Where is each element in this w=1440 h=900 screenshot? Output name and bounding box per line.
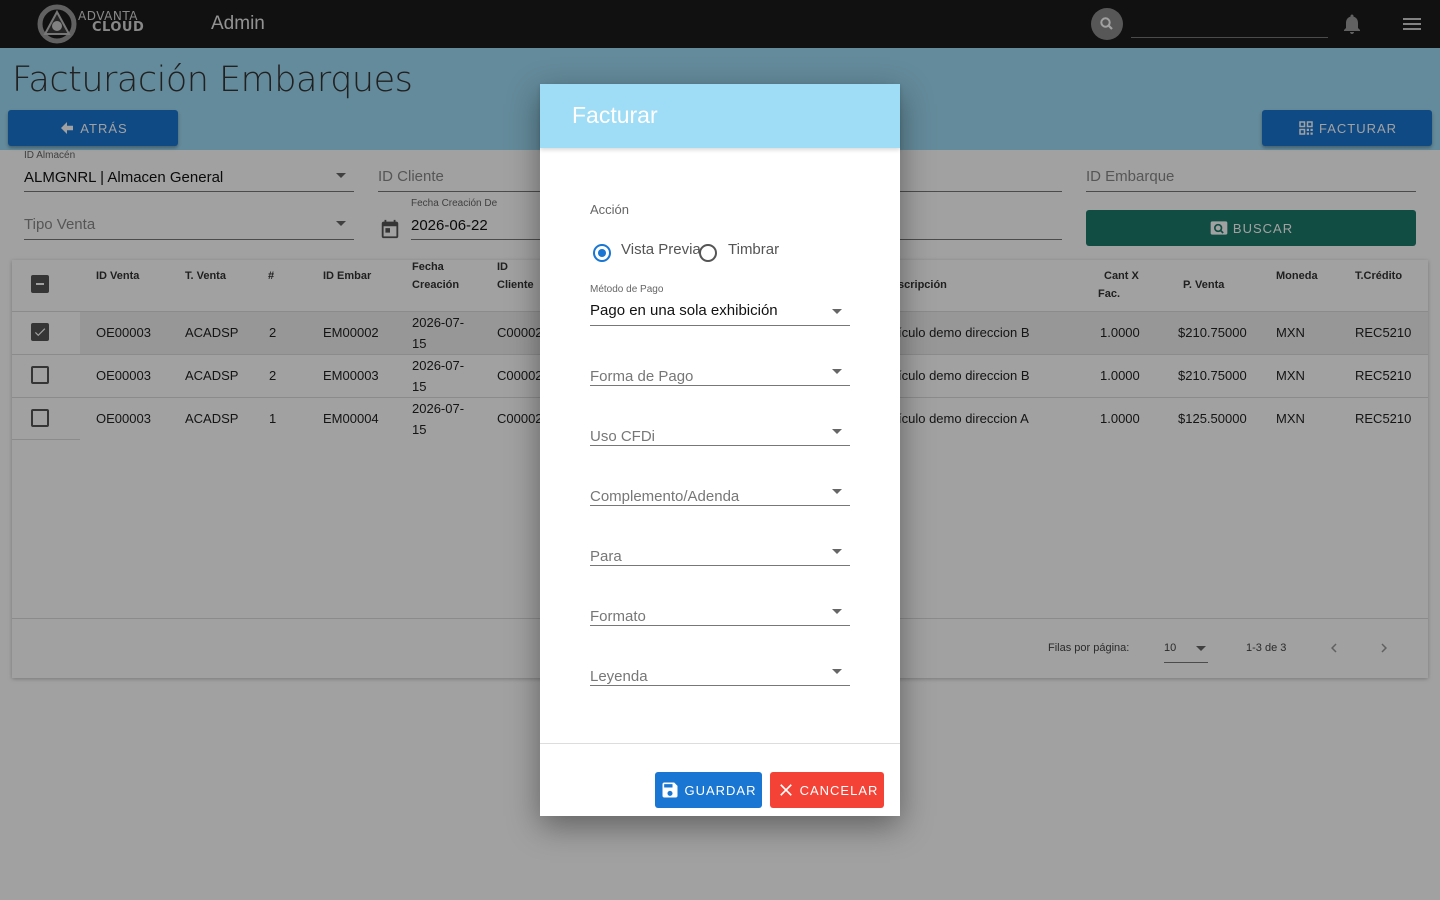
guardar-button[interactable]: GUARDAR [655,772,762,808]
forma-pago-placeholder: Forma de Pago [590,368,694,385]
dialog-title: Facturar [572,102,658,128]
cancelar-button[interactable]: CANCELAR [770,772,884,808]
leyenda-placeholder: Leyenda [590,668,648,685]
dialog-divider [540,743,900,744]
radio-timbrar[interactable] [699,244,717,262]
formato-select[interactable]: Formato [590,584,850,626]
facturar-dialog: Facturar Acción Vista Previa Timbrar Mét… [540,84,900,816]
metodo-pago-label: Método de Pago [590,284,664,295]
forma-pago-select[interactable]: Forma de Pago [590,344,850,386]
close-icon [779,784,792,796]
para-select[interactable]: Para [590,524,850,566]
radio-vista-previa-label[interactable]: Vista Previa [621,241,701,258]
save-icon [662,782,678,798]
radio-vista-previa[interactable] [593,244,611,262]
metodo-pago-select[interactable]: Método de Pago Pago en una sola exhibici… [590,284,850,326]
para-placeholder: Para [590,548,622,565]
dialog-header: Facturar [540,84,900,148]
radio-timbrar-label[interactable]: Timbrar [728,241,779,258]
metodo-pago-value: Pago en una sola exhibición [590,302,778,319]
chevron-down-icon [832,489,842,494]
uso-cfdi-placeholder: Uso CFDi [590,428,656,445]
cancelar-button-label: CANCELAR [799,782,879,798]
guardar-button-label: GUARDAR [684,782,757,798]
chevron-down-icon [832,309,842,314]
leyenda-select[interactable]: Leyenda [590,644,850,686]
chevron-down-icon [832,369,842,374]
chevron-down-icon [832,429,842,434]
uso-cfdi-select[interactable]: Uso CFDi [590,404,850,446]
accion-label: Acción [590,202,630,217]
complemento-placeholder: Complemento/Adenda [590,488,740,505]
chevron-down-icon [832,669,842,674]
chevron-down-icon [832,549,842,554]
formato-placeholder: Formato [590,608,646,625]
chevron-down-icon [832,609,842,614]
complemento-select[interactable]: Complemento/Adenda [590,464,850,506]
